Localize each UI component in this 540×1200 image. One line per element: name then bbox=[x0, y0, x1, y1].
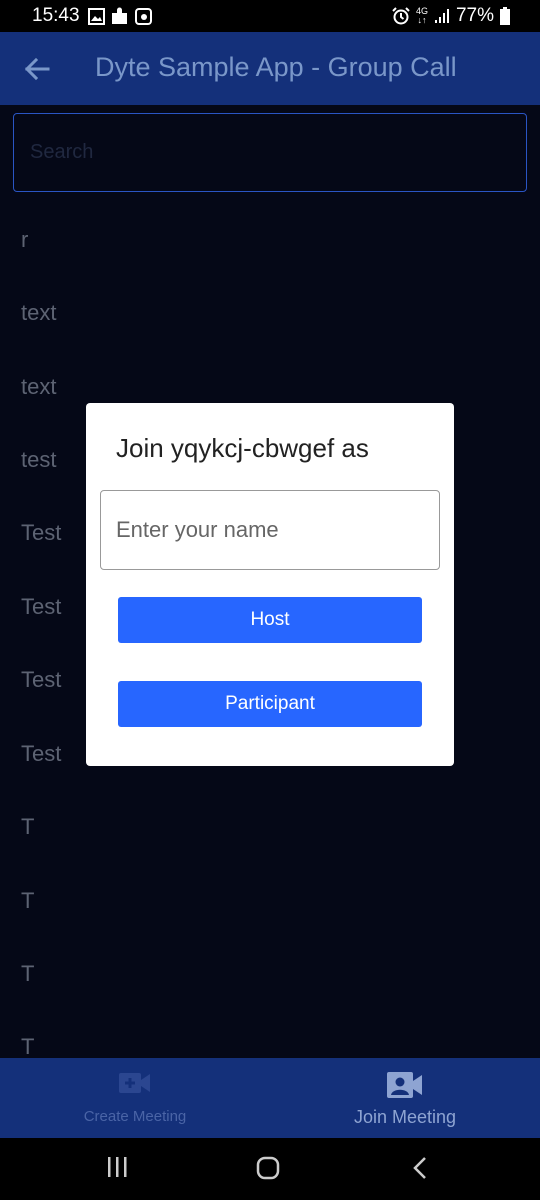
battery-percent: 77% bbox=[455, 5, 494, 26]
alarm-icon bbox=[392, 7, 410, 25]
chevron-left-icon[interactable] bbox=[410, 1156, 430, 1180]
app-title: Dyte Sample App - Group Call bbox=[95, 52, 457, 82]
list-item[interactable]: T bbox=[21, 888, 34, 914]
participant-button[interactable]: Participant bbox=[118, 681, 422, 727]
network-indicator: 4G ↓↑ bbox=[415, 6, 428, 25]
list-item[interactable]: r bbox=[21, 227, 28, 253]
list-item[interactable]: T bbox=[21, 1034, 34, 1060]
list-item[interactable]: Test bbox=[21, 667, 61, 693]
notification-icons bbox=[88, 6, 152, 26]
list-item[interactable]: test bbox=[21, 447, 56, 473]
list-item[interactable]: Test bbox=[21, 594, 61, 620]
list-item[interactable]: Test bbox=[21, 741, 61, 767]
dialog-title: Join yqykcj-cbwgef as bbox=[116, 433, 369, 463]
name-input[interactable] bbox=[100, 490, 440, 570]
recents-icon[interactable] bbox=[106, 1156, 128, 1178]
status-time: 15:43 bbox=[32, 5, 80, 26]
search-placeholder: Search bbox=[30, 141, 94, 163]
video-add-icon bbox=[119, 1073, 150, 1093]
home-icon[interactable] bbox=[256, 1156, 280, 1180]
puzzle-icon bbox=[112, 7, 127, 24]
list-item[interactable]: Test bbox=[21, 520, 61, 546]
nav-join-meeting[interactable]: Join Meeting bbox=[270, 1058, 540, 1138]
list-item[interactable]: T bbox=[21, 961, 34, 987]
nav-create-label: Create Meeting bbox=[83, 1108, 187, 1125]
gallery-icon bbox=[88, 7, 105, 25]
status-bar: 15:43 4G ↓↑ 77% bbox=[0, 0, 540, 32]
host-button[interactable]: Host bbox=[118, 597, 422, 643]
join-dialog: Join yqykcj-cbwgef as Host Participant bbox=[86, 403, 454, 766]
arrow-left-icon[interactable] bbox=[22, 54, 52, 84]
list-item[interactable]: T bbox=[21, 814, 34, 840]
nav-join-label: Join Meeting bbox=[353, 1107, 457, 1127]
nav-create-meeting[interactable]: Create Meeting bbox=[0, 1058, 270, 1138]
list-item[interactable]: text bbox=[21, 300, 56, 326]
person-video-icon bbox=[387, 1072, 422, 1098]
app-notification-icon bbox=[135, 7, 152, 25]
battery-icon bbox=[500, 7, 510, 25]
bottom-nav: Create Meeting Join Meeting bbox=[0, 1058, 540, 1138]
app-bar: Dyte Sample App - Group Call bbox=[0, 32, 540, 105]
list-item[interactable]: text bbox=[21, 374, 56, 400]
search-input[interactable]: Search bbox=[13, 113, 527, 192]
system-nav-bar bbox=[0, 1138, 540, 1200]
status-right: 4G ↓↑ 77% bbox=[392, 5, 510, 27]
signal-icon bbox=[434, 9, 449, 23]
